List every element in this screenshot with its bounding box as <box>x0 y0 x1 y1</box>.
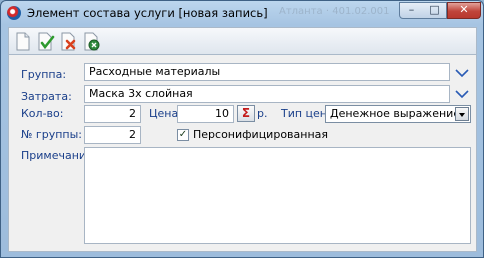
background-window-text: Атланта · 401.02.001 <box>279 6 390 17</box>
qty-field[interactable]: 2 <box>84 105 141 123</box>
price-type-select[interactable]: Денежное выражение <box>325 105 471 123</box>
note-textarea[interactable] <box>84 147 471 244</box>
qty-label: Кол-во: <box>21 107 64 120</box>
expense-chevron-down-icon[interactable] <box>455 89 469 99</box>
price-type-value: Денежное выражение <box>330 107 461 120</box>
form-area: Группа: Расходные материалы Затрата: Мас… <box>8 55 477 252</box>
new-icon[interactable] <box>14 32 32 51</box>
maximize-button[interactable]: □ <box>423 2 447 19</box>
group-no-label: № группы: <box>21 128 82 141</box>
toolbar <box>8 27 477 55</box>
sigma-calc-button[interactable]: Σ <box>237 105 255 122</box>
cancel-icon[interactable] <box>60 32 78 51</box>
personified-checkbox[interactable]: ✓ <box>177 129 189 141</box>
group-chevron-down-icon[interactable] <box>455 68 469 78</box>
group-no-field[interactable]: 2 <box>84 126 141 144</box>
expense-label: Затрата: <box>21 90 72 103</box>
group-field[interactable]: Расходные материалы <box>84 63 450 81</box>
title-bar[interactable]: Элемент состава услуги [новая запись] Ат… <box>1 1 483 26</box>
close-button[interactable]: ✕ <box>447 2 481 19</box>
app-logo-icon <box>7 6 21 20</box>
personified-label: Персонифицированная <box>193 128 329 141</box>
window-title: Элемент состава услуги [новая запись] <box>27 6 268 20</box>
dialog-window: Элемент состава услуги [новая запись] Ат… <box>0 0 484 258</box>
price-field[interactable]: 10 <box>177 105 234 123</box>
currency-label: р. <box>257 107 268 120</box>
dropdown-arrow-icon[interactable] <box>455 107 469 121</box>
minimize-button[interactable]: – <box>399 2 424 19</box>
save-check-icon[interactable] <box>37 32 55 51</box>
expense-field[interactable]: Маска 3х слойная <box>84 85 450 103</box>
group-label: Группа: <box>21 68 67 81</box>
close-record-icon[interactable] <box>83 32 101 51</box>
